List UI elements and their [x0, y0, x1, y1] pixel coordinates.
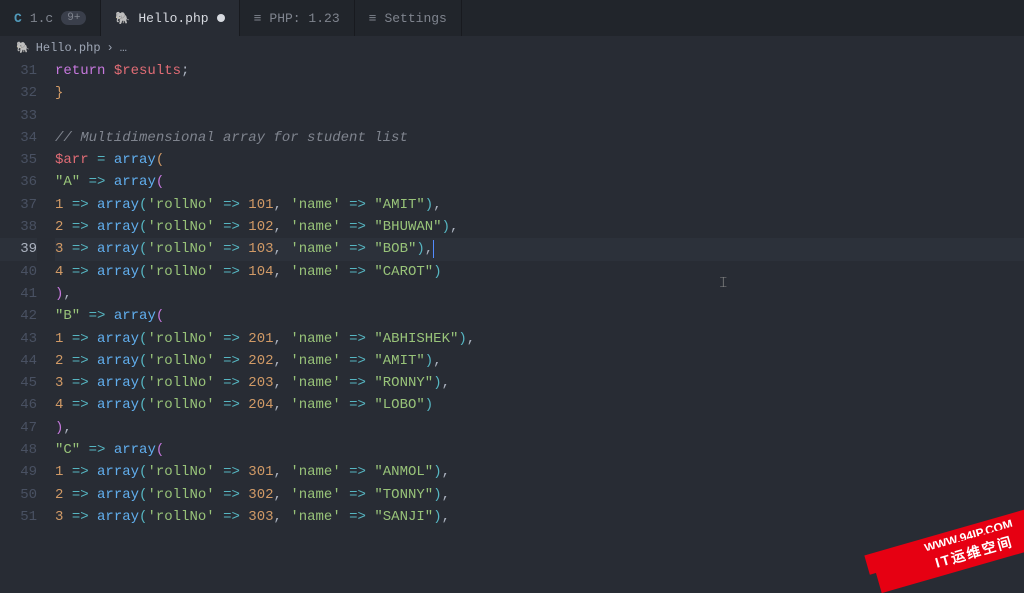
- line-number: 45: [0, 372, 37, 394]
- tab-label: Hello.php: [138, 11, 208, 26]
- code-line[interactable]: 2 => array('rollNo' => 302, 'name' => "T…: [55, 484, 1024, 506]
- code-line[interactable]: "C" => array(: [55, 439, 1024, 461]
- line-number: 39: [0, 238, 37, 260]
- line-number: 50: [0, 484, 37, 506]
- code-line[interactable]: ),: [55, 283, 1024, 305]
- tab-1c[interactable]: C 1.c 9+: [0, 0, 101, 36]
- code-line[interactable]: }: [55, 82, 1024, 104]
- php-icon: 🐘: [16, 41, 30, 55]
- tab-php-123[interactable]: ≡ PHP: 1.23: [240, 0, 355, 36]
- modified-dot-icon: [217, 14, 225, 22]
- code-line[interactable]: 1 => array('rollNo' => 101, 'name' => "A…: [55, 194, 1024, 216]
- line-number: 41: [0, 283, 37, 305]
- code-line[interactable]: 4 => array('rollNo' => 104, 'name' => "C…: [55, 261, 1024, 283]
- c-lang-icon: C: [14, 11, 22, 26]
- code-line[interactable]: 1 => array('rollNo' => 201, 'name' => "A…: [55, 328, 1024, 350]
- tab-label: 1.c: [30, 11, 53, 26]
- line-number: 40: [0, 261, 37, 283]
- breadcrumb[interactable]: 🐘 Hello.php › …: [0, 36, 1024, 60]
- line-number: 46: [0, 394, 37, 416]
- code-line[interactable]: return $results;: [55, 60, 1024, 82]
- code-editor[interactable]: 3132333435363738394041424344454647484950…: [0, 60, 1024, 560]
- line-number: 48: [0, 439, 37, 461]
- code-line[interactable]: 2 => array('rollNo' => 202, 'name' => "A…: [55, 350, 1024, 372]
- breadcrumb-file: Hello.php: [36, 41, 101, 55]
- code-line[interactable]: 3 => array('rollNo' => 303, 'name' => "S…: [55, 506, 1024, 528]
- code-line[interactable]: [55, 105, 1024, 127]
- line-number-gutter: 3132333435363738394041424344454647484950…: [0, 60, 55, 560]
- line-number: 33: [0, 105, 37, 127]
- line-number: 38: [0, 216, 37, 238]
- document-icon: ≡: [369, 11, 377, 26]
- document-icon: ≡: [254, 11, 262, 26]
- text-cursor-icon: 𝙸: [718, 274, 729, 292]
- tab-label: Settings: [384, 11, 446, 26]
- code-line[interactable]: // Multidimensional array for student li…: [55, 127, 1024, 149]
- code-content[interactable]: return $results;} // Multidimensional arr…: [55, 60, 1024, 560]
- line-number: 47: [0, 417, 37, 439]
- code-line[interactable]: 3 => array('rollNo' => 203, 'name' => "R…: [55, 372, 1024, 394]
- line-number: 37: [0, 194, 37, 216]
- line-number: 31: [0, 60, 37, 82]
- breadcrumb-more: …: [120, 41, 127, 55]
- code-line[interactable]: ),: [55, 417, 1024, 439]
- line-number: 51: [0, 506, 37, 528]
- line-number: 42: [0, 305, 37, 327]
- line-number: 34: [0, 127, 37, 149]
- line-number: 49: [0, 461, 37, 483]
- code-line[interactable]: 4 => array('rollNo' => 204, 'name' => "L…: [55, 394, 1024, 416]
- php-icon: 🐘: [115, 11, 130, 26]
- code-line[interactable]: "A" => array(: [55, 171, 1024, 193]
- tab-bar: C 1.c 9+ 🐘 Hello.php ≡ PHP: 1.23 ≡ Setti…: [0, 0, 1024, 36]
- line-number: 43: [0, 328, 37, 350]
- line-number: 44: [0, 350, 37, 372]
- tab-label: PHP: 1.23: [269, 11, 339, 26]
- code-line[interactable]: "B" => array(: [55, 305, 1024, 327]
- code-line[interactable]: $arr = array(: [55, 149, 1024, 171]
- code-line[interactable]: 2 => array('rollNo' => 102, 'name' => "B…: [55, 216, 1024, 238]
- code-line[interactable]: 1 => array('rollNo' => 301, 'name' => "A…: [55, 461, 1024, 483]
- line-number: 36: [0, 171, 37, 193]
- code-line[interactable]: 3 => array('rollNo' => 103, 'name' => "B…: [55, 238, 1024, 260]
- line-number: 35: [0, 149, 37, 171]
- line-number: 32: [0, 82, 37, 104]
- tab-settings[interactable]: ≡ Settings: [355, 0, 462, 36]
- caret: [433, 240, 434, 258]
- tab-badge: 9+: [61, 11, 86, 25]
- breadcrumb-separator: ›: [107, 41, 114, 55]
- tab-hello-php[interactable]: 🐘 Hello.php: [101, 0, 239, 36]
